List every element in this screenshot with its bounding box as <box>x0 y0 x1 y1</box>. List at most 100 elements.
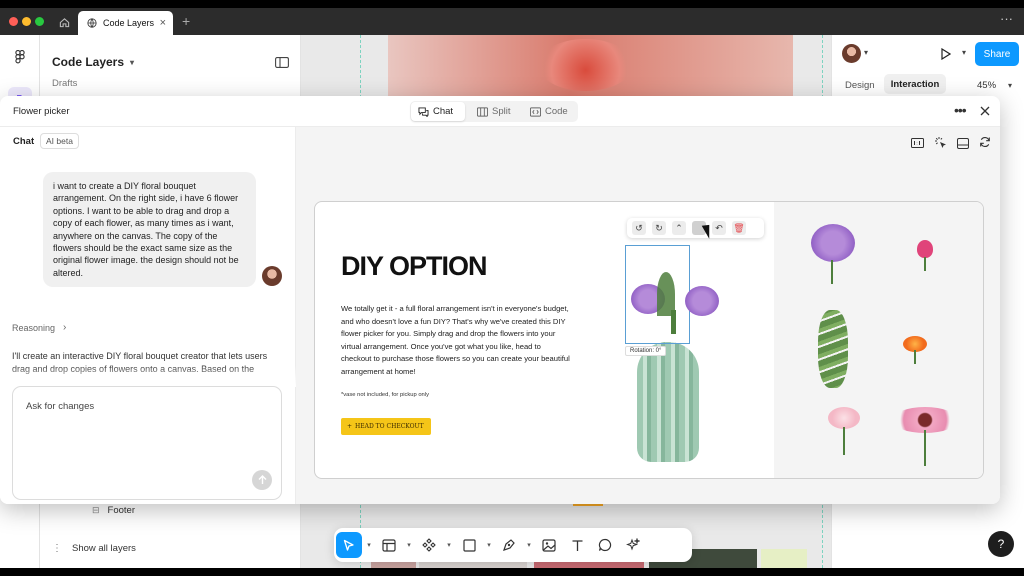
modal-header: Flower picker Chat Split Code ••• <box>0 96 1000 127</box>
hero-flower-image <box>538 39 633 91</box>
text-tool-button[interactable] <box>564 532 590 558</box>
close-window-dot[interactable] <box>9 17 18 26</box>
help-button[interactable]: ? <box>988 531 1014 557</box>
comment-icon <box>598 538 612 552</box>
zoom-level[interactable]: 45% <box>977 80 996 91</box>
flower-option-greenery[interactable] <box>818 310 848 388</box>
flower-option-hydrangea[interactable] <box>811 224 855 262</box>
tab-split[interactable]: Split <box>470 102 522 121</box>
tab-chat[interactable]: Chat <box>411 102 465 121</box>
tab-split-label: Split <box>492 106 511 117</box>
chevron-down-icon[interactable]: ▾ <box>364 541 374 549</box>
browser-menu-icon[interactable]: ··· <box>1000 11 1013 26</box>
browser-tab[interactable]: Code Layers × <box>78 11 173 35</box>
chat-pane: Chat AI beta i want to create a DIY flor… <box>0 127 296 504</box>
chevron-down-icon[interactable]: ▾ <box>864 48 868 57</box>
code-icon <box>530 106 541 117</box>
flower-option-carnation[interactable] <box>828 407 860 429</box>
hydrangea-bouquet-image[interactable] <box>631 272 731 334</box>
globe-icon <box>87 18 97 28</box>
send-button[interactable] <box>252 470 272 490</box>
reasoning-toggle[interactable]: Reasoning › <box>12 322 66 333</box>
chevron-down-icon[interactable]: ▾ <box>962 48 966 57</box>
rectangle-icon <box>462 538 476 552</box>
flower-stem <box>924 430 926 466</box>
element-toolbar: ↺ ↻ ⌃ ↶ 🗑 <box>627 218 764 238</box>
tab-code-label: Code <box>545 106 568 117</box>
plus-icon: + <box>347 423 353 430</box>
chat-input-placeholder: Ask for changes <box>26 401 95 412</box>
layer-item-footer[interactable]: ⊟ Footer <box>92 505 135 516</box>
more-vertical-icon: ⋮ <box>52 543 62 554</box>
chevron-down-icon[interactable]: ▾ <box>404 541 414 549</box>
reasoning-label: Reasoning <box>12 322 56 333</box>
aspect-ratio-icon[interactable] <box>910 136 924 150</box>
close-icon[interactable] <box>978 104 992 118</box>
figma-logo-icon[interactable] <box>12 49 28 65</box>
rotate-right-icon[interactable]: ↻ <box>652 221 666 235</box>
refresh-icon[interactable] <box>978 135 992 149</box>
shape-tool-button[interactable] <box>456 532 482 558</box>
move-up-icon[interactable]: ⌃ <box>672 221 686 235</box>
panel-bottom-icon[interactable] <box>956 136 970 150</box>
share-button[interactable]: Share <box>975 42 1019 66</box>
project-title-text: Code Layers <box>52 55 125 69</box>
component-icon <box>422 538 436 552</box>
show-all-layers-button[interactable]: ⋮ Show all layers <box>52 543 136 554</box>
sparkle-icon <box>626 538 640 551</box>
chevron-down-icon: ▾ <box>130 57 135 67</box>
play-icon[interactable] <box>938 46 954 62</box>
comment-tool-button[interactable] <box>592 532 618 558</box>
frame-icon <box>382 538 396 552</box>
split-icon <box>477 106 488 117</box>
checkout-button[interactable]: + HEAD TO CHECKOUT <box>341 418 431 435</box>
chevron-down-icon[interactable]: ▾ <box>1008 81 1012 90</box>
text-icon <box>572 539 582 551</box>
flower-stem <box>831 260 833 284</box>
home-icon[interactable] <box>56 14 72 30</box>
flower-stem <box>843 427 845 455</box>
close-tab-icon[interactable]: × <box>160 17 166 29</box>
maximize-window-dot[interactable] <box>35 17 44 26</box>
arrow-up-icon <box>258 475 266 484</box>
flower-stem <box>924 257 926 271</box>
ai-tool-button[interactable] <box>620 532 646 558</box>
user-avatar <box>262 266 282 286</box>
select-element-icon[interactable] <box>933 135 949 151</box>
move-tool-button[interactable] <box>336 532 362 558</box>
chevron-down-icon[interactable]: ▾ <box>524 541 534 549</box>
new-tab-button[interactable]: + <box>182 13 190 29</box>
more-options-icon[interactable]: ••• <box>954 102 967 118</box>
delete-icon[interactable]: 🗑 <box>732 221 746 235</box>
chevron-down-icon[interactable]: ▾ <box>484 541 494 549</box>
show-all-layers-label: Show all layers <box>72 543 136 554</box>
tab-chat-label: Chat <box>433 106 454 117</box>
frame-tool-button[interactable] <box>376 532 402 558</box>
image-tool-button[interactable] <box>536 532 562 558</box>
rotation-label: Rotation: 0° <box>625 346 667 356</box>
project-title[interactable]: Code Layers ▾ <box>52 55 134 69</box>
chevron-down-icon[interactable]: ▾ <box>444 541 454 549</box>
rotate-left-icon[interactable]: ↺ <box>632 221 646 235</box>
sidebar-toggle-icon[interactable] <box>274 55 290 69</box>
flower-option-tulip[interactable] <box>917 240 933 258</box>
flower-options-panel <box>774 202 983 478</box>
tab-interaction[interactable]: Interaction <box>884 74 946 94</box>
section-body: We totally get it - a full floral arrang… <box>341 304 570 376</box>
image-icon <box>542 538 556 552</box>
minimize-window-dot[interactable] <box>22 17 31 26</box>
chat-input[interactable]: Ask for changes <box>12 386 282 500</box>
tab-design[interactable]: Design <box>845 80 875 91</box>
user-avatar[interactable] <box>842 44 861 63</box>
user-message: i want to create a DIY floral bouquet ar… <box>43 172 256 288</box>
hero-image[interactable] <box>388 35 793 97</box>
checkout-button-label: HEAD TO CHECKOUT <box>355 423 424 430</box>
footer-layer-icon: ⊟ <box>92 505 100 515</box>
tab-code[interactable]: Code <box>523 102 575 121</box>
pen-tool-button[interactable] <box>496 532 522 558</box>
ai-beta-badge: AI beta <box>40 133 79 149</box>
component-tool-button[interactable] <box>416 532 442 558</box>
project-location: Drafts <box>52 78 78 89</box>
pen-icon <box>503 539 515 551</box>
cursor-icon <box>343 539 354 551</box>
